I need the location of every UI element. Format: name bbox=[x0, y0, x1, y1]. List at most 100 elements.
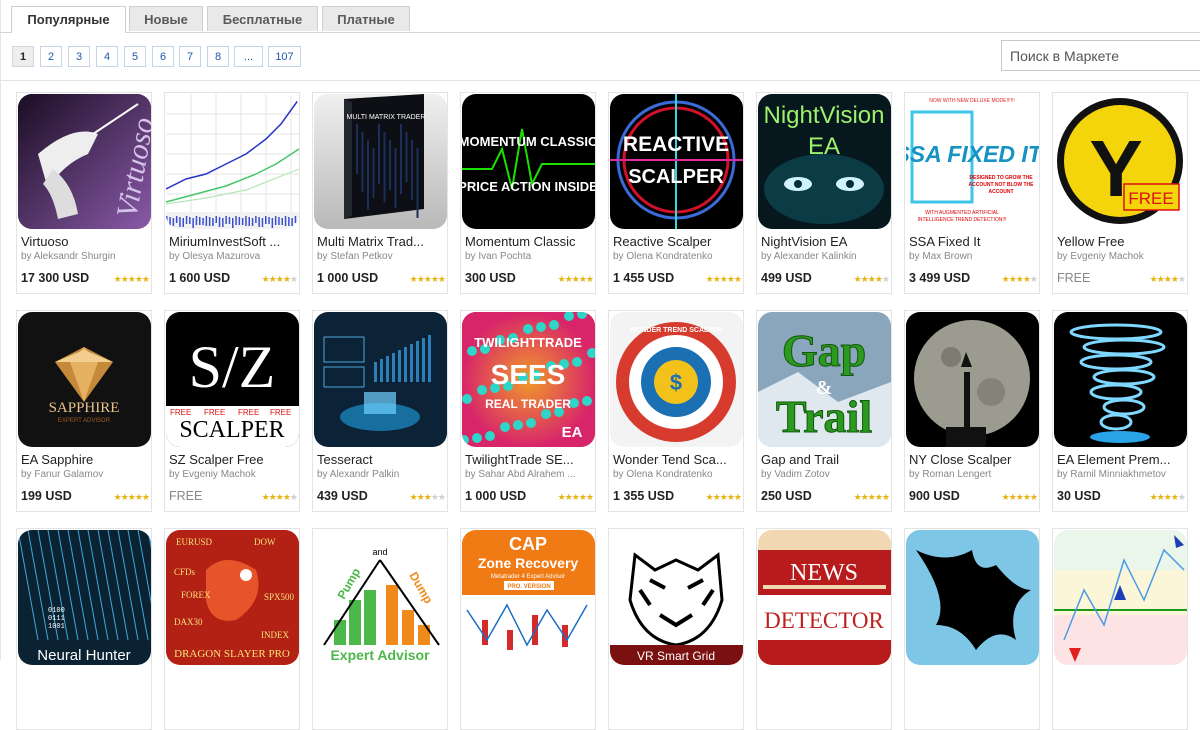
product-thumbnail[interactable]: NEWS DETECTOR bbox=[758, 530, 891, 665]
product-card[interactable]: and Pump Dump Expert Advisor bbox=[312, 528, 448, 730]
product-name[interactable]: Tesseract bbox=[317, 452, 445, 467]
product-name[interactable]: EA Element Prem... bbox=[1057, 452, 1185, 467]
product-name[interactable]: NY Close Scalper bbox=[909, 452, 1037, 467]
svg-text:PRO. VERSION: PRO. VERSION bbox=[507, 584, 550, 590]
product-card[interactable]: TWILIGHTTRADE SEES REAL TRADER EA Twiligh… bbox=[460, 310, 596, 512]
product-thumbnail[interactable]: 0100 0111 1001 Neural Hunter bbox=[18, 530, 151, 665]
product-name[interactable]: Yellow Free bbox=[1057, 234, 1185, 249]
product-name[interactable]: TwilightTrade SE... bbox=[465, 452, 593, 467]
product-card[interactable]: EURUSD DOW CFDs FOREX SPX500 DAX30 INDEX… bbox=[164, 528, 300, 730]
tab-paid[interactable]: Платные bbox=[322, 6, 410, 31]
svg-text:PRICE ACTION INSIDE: PRICE ACTION INSIDE bbox=[462, 179, 595, 194]
page-5[interactable]: 5 bbox=[124, 46, 146, 67]
product-name[interactable]: MiriumInvestSoft ... bbox=[169, 234, 297, 249]
product-card[interactable]: NightVision EA NightVision EA by Alexande… bbox=[756, 92, 892, 294]
tab-free[interactable]: Бесплатные bbox=[207, 6, 318, 31]
product-card[interactable] bbox=[904, 528, 1040, 730]
product-card[interactable]: SAPPHIRE EXPERT ADVISOR EA Sapphire by Fa… bbox=[16, 310, 152, 512]
product-thumbnail[interactable]: EURUSD DOW CFDs FOREX SPX500 DAX30 INDEX… bbox=[166, 530, 299, 665]
svg-text:FREE: FREE bbox=[204, 408, 225, 417]
product-name[interactable]: Gap and Trail bbox=[761, 452, 889, 467]
product-name[interactable]: NightVision EA bbox=[761, 234, 889, 249]
product-card[interactable]: MiriumInvestSoft ... by Olesya Mazurova … bbox=[164, 92, 300, 294]
product-card[interactable]: Y FREE Yellow Free by Evgeniy Machok FREE… bbox=[1052, 92, 1188, 294]
product-card[interactable]: MULTI MATRIX TRADER Multi Matrix Trad... … bbox=[312, 92, 448, 294]
page-7[interactable]: 7 bbox=[179, 46, 201, 67]
product-card[interactable]: VR Smart Grid bbox=[608, 528, 744, 730]
rating-stars: ★★★★★ bbox=[1149, 492, 1186, 502]
product-thumbnail[interactable] bbox=[1054, 530, 1187, 665]
page-left-border bbox=[0, 0, 1, 660]
page-107[interactable]: 107 bbox=[268, 46, 301, 67]
product-price: 499 USD bbox=[761, 271, 812, 285]
svg-text:DESIGNED TO GROW THE: DESIGNED TO GROW THE bbox=[969, 175, 1033, 181]
product-thumbnail[interactable]: $ WONDER TREND SCALPER bbox=[610, 312, 743, 447]
rating-stars: ★★★★★ bbox=[113, 274, 150, 284]
page-ellipsis[interactable]: ... bbox=[234, 46, 263, 67]
product-name[interactable]: Momentum Classic bbox=[465, 234, 593, 249]
product-thumbnail[interactable] bbox=[906, 530, 1039, 665]
product-card[interactable] bbox=[1052, 528, 1188, 730]
product-card[interactable]: CAP Zone Recovery Metatrader 4 Expert Ad… bbox=[460, 528, 596, 730]
product-thumbnail[interactable] bbox=[1054, 312, 1187, 447]
product-thumbnail[interactable]: TWILIGHTTRADE SEES REAL TRADER EA bbox=[462, 312, 595, 447]
page-2[interactable]: 2 bbox=[40, 46, 62, 67]
product-thumbnail[interactable]: Virtuoso bbox=[18, 94, 151, 229]
product-thumbnail[interactable]: Gap & Trail bbox=[758, 312, 891, 447]
product-card[interactable]: S/Z FREE FREE FREE FREE SCALPER SZ Scalpe… bbox=[164, 310, 300, 512]
product-thumbnail[interactable]: REACTIVE SCALPER bbox=[610, 94, 743, 229]
product-thumbnail[interactable]: VR Smart Grid bbox=[610, 530, 743, 665]
svg-text:FREE: FREE bbox=[238, 408, 259, 417]
product-card[interactable]: MOMENTUM CLASSIC PRICE ACTION INSIDE Mome… bbox=[460, 92, 596, 294]
product-thumbnail[interactable]: MULTI MATRIX TRADER bbox=[314, 94, 447, 229]
rating-stars: ★★★★★ bbox=[1001, 492, 1038, 502]
tab-new[interactable]: Новые bbox=[129, 6, 203, 31]
product-name[interactable]: SSA Fixed It bbox=[909, 234, 1037, 249]
product-name[interactable]: Reactive Scalper bbox=[613, 234, 741, 249]
product-thumbnail[interactable] bbox=[166, 94, 299, 229]
rating-stars: ★★★★★ bbox=[261, 274, 298, 284]
product-name[interactable]: EA Sapphire bbox=[21, 452, 149, 467]
product-card[interactable]: Virtuoso Virtuoso by Aleksandr Shurgin 17… bbox=[16, 92, 152, 294]
tab-popular[interactable]: Популярные bbox=[11, 6, 126, 33]
product-card[interactable]: NOW WITH NEW DELUXE MODE!!!!!! SSA FIXED… bbox=[904, 92, 1040, 294]
product-thumbnail[interactable] bbox=[906, 312, 1039, 447]
market-search-input[interactable] bbox=[1001, 40, 1200, 71]
product-thumbnail[interactable]: CAP Zone Recovery Metatrader 4 Expert Ad… bbox=[462, 530, 595, 665]
svg-text:EXPERT ADVISOR: EXPERT ADVISOR bbox=[58, 418, 111, 424]
product-name[interactable]: Multi Matrix Trad... bbox=[317, 234, 445, 249]
product-card[interactable]: REACTIVE SCALPER Reactive Scalper by Olen… bbox=[608, 92, 744, 294]
product-author: by Ramil Minniakhmetov bbox=[1057, 469, 1166, 480]
product-name[interactable]: Wonder Tend Sca... bbox=[613, 452, 741, 467]
product-card[interactable]: NEWS DETECTOR bbox=[756, 528, 892, 730]
product-name[interactable]: Virtuoso bbox=[21, 234, 149, 249]
product-card[interactable]: 0100 0111 1001 Neural Hunter bbox=[16, 528, 152, 730]
page-1[interactable]: 1 bbox=[12, 46, 34, 67]
page-8[interactable]: 8 bbox=[207, 46, 229, 67]
product-price: 1 355 USD bbox=[613, 489, 675, 503]
product-thumbnail[interactable]: NightVision EA bbox=[758, 94, 891, 229]
product-thumbnail[interactable]: and Pump Dump Expert Advisor bbox=[314, 530, 447, 665]
product-thumbnail[interactable]: SAPPHIRE EXPERT ADVISOR bbox=[18, 312, 151, 447]
rating-stars: ★★★★★ bbox=[557, 492, 594, 502]
product-thumbnail[interactable] bbox=[314, 312, 447, 447]
product-thumbnail[interactable]: NOW WITH NEW DELUXE MODE!!!!!! SSA FIXED… bbox=[906, 94, 1039, 229]
product-thumbnail[interactable]: S/Z FREE FREE FREE FREE SCALPER bbox=[166, 312, 299, 447]
header-divider bbox=[0, 80, 1200, 81]
product-author: by Evgeniy Machok bbox=[169, 469, 256, 480]
svg-text:FREE: FREE bbox=[270, 408, 291, 417]
svg-text:MULTI MATRIX TRADER: MULTI MATRIX TRADER bbox=[347, 114, 426, 121]
page-6[interactable]: 6 bbox=[152, 46, 174, 67]
product-card[interactable]: EA Element Prem... by Ramil Minniakhmeto… bbox=[1052, 310, 1188, 512]
page-4[interactable]: 4 bbox=[96, 46, 118, 67]
product-card[interactable]: $ WONDER TREND SCALPER Wonder Tend Sca...… bbox=[608, 310, 744, 512]
product-thumbnail[interactable]: Y FREE bbox=[1054, 94, 1187, 229]
svg-text:Zone Recovery: Zone Recovery bbox=[478, 555, 579, 571]
product-card[interactable]: Gap & Trail Gap and Trail by Vadim Zotov … bbox=[756, 310, 892, 512]
product-thumbnail[interactable]: MOMENTUM CLASSIC PRICE ACTION INSIDE bbox=[462, 94, 595, 229]
svg-text:CAP: CAP bbox=[509, 534, 547, 554]
product-card[interactable]: Tesseract by Alexandr Palkin 439 USD ★★★… bbox=[312, 310, 448, 512]
page-3[interactable]: 3 bbox=[68, 46, 90, 67]
product-name[interactable]: SZ Scalper Free bbox=[169, 452, 297, 467]
product-card[interactable]: NY Close Scalper by Roman Lengert 900 US… bbox=[904, 310, 1040, 512]
